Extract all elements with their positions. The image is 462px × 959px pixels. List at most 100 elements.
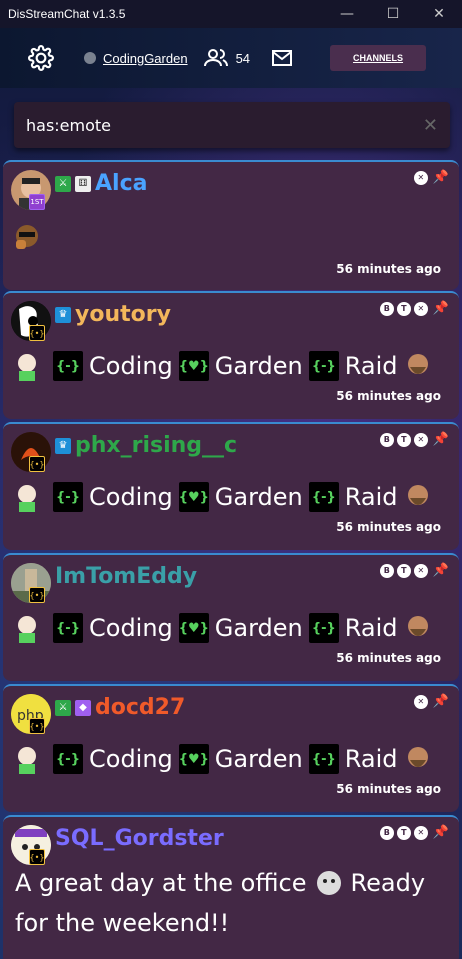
name-row: ♛ youtory (55, 302, 171, 327)
pin-icon[interactable]: 📌 (433, 563, 449, 578)
message-body: {-} Coding {♥} Garden {-} Raid (13, 351, 438, 381)
cartoon-face-emote-icon (18, 485, 36, 512)
delete-icon[interactable]: ✕ (413, 301, 428, 316)
heart-brackets-emote-icon: {♥} (179, 351, 209, 381)
pin-icon[interactable]: 📌 (433, 432, 449, 447)
delete-icon[interactable]: ✕ (413, 825, 428, 840)
ban-icon[interactable]: B (379, 432, 394, 447)
message-actions: ✕ 📌 (411, 170, 449, 185)
pin-icon[interactable]: 📌 (433, 825, 449, 840)
name-row: ImTomEddy (55, 564, 197, 589)
bearded-face-emote-icon (407, 354, 428, 374)
message-actions: ✕ 📌 (411, 694, 449, 709)
fist-emote-icon (16, 225, 38, 249)
message-word: Coding (89, 745, 173, 773)
code-brackets-emote-icon: {-} (308, 482, 339, 512)
title-bar: DisStreamChat v1.3.5 — ☐ ✕ (0, 0, 462, 28)
delete-icon[interactable]: ✕ (413, 563, 428, 578)
users-icon (203, 49, 228, 67)
channels-button[interactable]: CHANNELS (330, 45, 427, 71)
crown-icon: ♛ (55, 306, 71, 323)
heart-brackets-emote-icon: {♥} (179, 744, 209, 774)
delete-icon[interactable]: ✕ (413, 694, 428, 709)
code-brackets-emote-icon: {-} (308, 351, 339, 381)
bearded-face-emote-icon (407, 747, 428, 767)
timeout-icon[interactable]: T (396, 432, 411, 447)
channel-link[interactable]: CodingGarden (103, 51, 188, 66)
username[interactable]: ImTomEddy (55, 564, 197, 589)
filter-input[interactable]: has:emote (26, 116, 423, 135)
name-row: SQL_Gordster (55, 826, 224, 851)
brackets-badge: {•} (29, 325, 45, 341)
ban-icon[interactable]: B (379, 301, 394, 316)
face-emote-icon (316, 871, 341, 895)
brackets-badge: {•} (29, 718, 45, 734)
timeout-icon[interactable]: T (396, 563, 411, 578)
code-brackets-emote-icon: {-} (308, 744, 339, 774)
app-header: CodingGarden 54 CHANNELS (0, 28, 462, 88)
code-brackets-emote-icon: {-} (53, 744, 83, 774)
username[interactable]: phx_rising__c (75, 433, 237, 458)
delete-icon[interactable]: ✕ (413, 170, 428, 185)
maximize-button[interactable]: ☐ (370, 0, 416, 28)
timeout-icon[interactable]: T (396, 825, 411, 840)
message-body: {-} Coding {♥} Garden {-} Raid (13, 482, 438, 512)
code-brackets-emote-icon: {-} (53, 613, 83, 643)
code-brackets-emote-icon: {-} (53, 482, 83, 512)
message-body: {-} Coding {♥} Garden {-} Raid (13, 613, 438, 643)
gear-icon[interactable] (28, 45, 54, 71)
message-text: for the weekend!! (15, 909, 230, 937)
channel-status-dot (84, 52, 96, 64)
name-row: ⚔ ⚅ Alca (55, 171, 147, 196)
heart-brackets-emote-icon: {♥} (179, 482, 209, 512)
sword-icon: ⚔ (55, 699, 71, 716)
heart-brackets-emote-icon: {♥} (179, 613, 209, 643)
viewer-count: 54 (203, 49, 250, 67)
message-word: Raid (344, 483, 398, 511)
pin-icon[interactable]: 📌 (433, 694, 449, 709)
message-body: {-} Coding {♥} Garden {-} Raid (13, 744, 438, 774)
code-brackets-emote-icon: {-} (53, 351, 83, 381)
dice-icon: ⚅ (75, 175, 91, 192)
bearded-face-emote-icon (407, 485, 428, 505)
timeout-icon[interactable]: T (396, 301, 411, 316)
cartoon-face-emote-icon (18, 354, 36, 381)
brackets-badge: {•} (29, 456, 45, 472)
message-actions: B T ✕ 📌 (377, 563, 449, 578)
message-word: Garden (214, 614, 303, 642)
message-word: Garden (214, 745, 303, 773)
mail-icon[interactable] (272, 50, 293, 66)
message-word: Raid (344, 745, 398, 773)
username[interactable]: youtory (75, 302, 171, 327)
message-body-line-2: for the weekend!! (15, 909, 229, 937)
message-word: Raid (344, 352, 398, 380)
ban-icon[interactable]: B (379, 563, 394, 578)
minimize-button[interactable]: — (324, 0, 370, 28)
code-brackets-emote-icon: {-} (308, 613, 339, 643)
sword-icon: ⚔ (55, 175, 71, 192)
timestamp: 56 minutes ago (336, 520, 441, 534)
chat-message: {•} ♛ youtory B T ✕ 📌 {-} Coding {♥} Gar… (3, 291, 459, 419)
rank-badge: 1ST (29, 194, 45, 210)
message-actions: B T ✕ 📌 (377, 301, 449, 316)
pin-icon[interactable]: 📌 (433, 170, 449, 185)
username[interactable]: docd27 (95, 695, 185, 720)
close-button[interactable]: ✕ (416, 0, 462, 28)
message-text: Ready (350, 869, 426, 897)
filter-bar[interactable]: has:emote ✕ (14, 102, 450, 148)
chat-message: 1ST ⚔ ⚅ Alca ✕ 📌 56 minutes ago (3, 160, 459, 290)
brackets-badge: {•} (29, 587, 45, 603)
message-actions: B T ✕ 📌 (377, 825, 449, 840)
close-icon[interactable]: ✕ (423, 115, 438, 136)
username[interactable]: Alca (95, 171, 147, 196)
name-row: ⚔ ◆ docd27 (55, 695, 185, 720)
timestamp: 56 minutes ago (336, 262, 441, 276)
pin-icon[interactable]: 📌 (433, 301, 449, 316)
message-word: Coding (89, 614, 173, 642)
timestamp: 56 minutes ago (336, 389, 441, 403)
username[interactable]: SQL_Gordster (55, 826, 224, 851)
ban-icon[interactable]: B (379, 825, 394, 840)
message-word: Raid (344, 614, 398, 642)
delete-icon[interactable]: ✕ (413, 432, 428, 447)
chat-feed[interactable]: 1ST ⚔ ⚅ Alca ✕ 📌 56 minutes ago has:emot… (0, 88, 462, 959)
